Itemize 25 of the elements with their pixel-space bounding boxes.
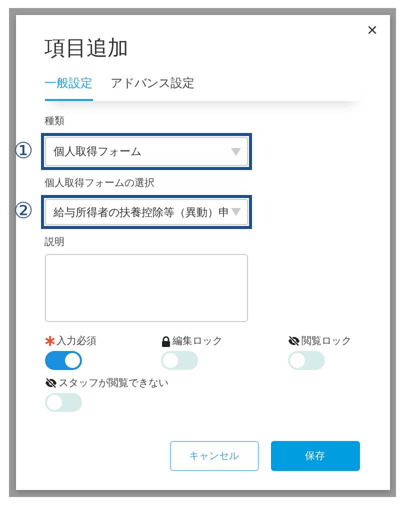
select-field[interactable]: 給与所得者の扶養控除等（異動）申 xyxy=(44,199,248,225)
callout-number: ② xyxy=(14,201,34,223)
tab[interactable]: アドバンス設定 xyxy=(110,75,194,101)
toggle-label: 入力必須 xyxy=(56,334,96,348)
toggle-switch[interactable] xyxy=(160,351,198,370)
caret-icon xyxy=(230,208,240,216)
description-field[interactable] xyxy=(44,254,248,322)
select-field[interactable]: 個人取得フォーム xyxy=(44,137,248,166)
toggle-label: スタッフが閲覧できない xyxy=(58,377,168,390)
callout-number: ① xyxy=(14,140,34,162)
toggle-label: 閲覧ロック xyxy=(302,335,352,348)
dialog-title: 項目追加 xyxy=(44,35,130,61)
toggle-switch[interactable] xyxy=(288,351,324,370)
asterisk-icon xyxy=(44,336,54,346)
close-button[interactable]: × xyxy=(362,20,382,40)
toggle-switch[interactable] xyxy=(44,393,82,412)
eye-off-icon xyxy=(288,336,300,346)
eye-off-icon xyxy=(44,378,56,388)
toggle-label: 編集ロック xyxy=(172,335,222,348)
field-label: 説明 xyxy=(44,236,66,249)
toggle-switch[interactable] xyxy=(44,351,82,370)
caret-icon xyxy=(230,148,240,156)
field-label: 個人取得フォームの選択 xyxy=(44,177,156,190)
lock-icon xyxy=(160,336,170,346)
field-label: 種類 xyxy=(44,114,66,128)
